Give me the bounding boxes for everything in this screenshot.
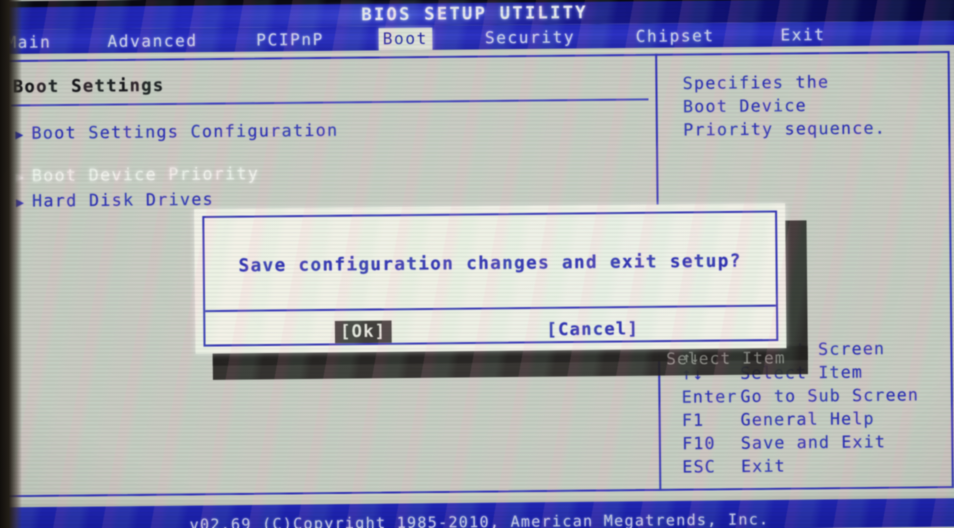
dialog-message: Save configuration changes and exit setu… — [238, 251, 742, 277]
legend-label: Exit — [740, 456, 786, 477]
section-title: Boot Settings — [12, 75, 165, 98]
legend-label: Save and Exit — [740, 432, 887, 453]
menu-tab-chipset[interactable]: Chipset — [632, 25, 719, 48]
legend-key: Enter — [681, 386, 738, 407]
legend-key: ESC — [682, 457, 716, 477]
copyright-text: v02.69 (C)Copyright 1985-2010, American … — [189, 510, 770, 528]
menu-tab-pcipnp[interactable]: PCIPnP — [252, 29, 328, 52]
ok-button[interactable]: [Ok] — [334, 320, 392, 344]
option-boot-device-priority[interactable]: ▶ Boot Device Priority — [16, 163, 260, 188]
legend-f1: F1 General Help — [682, 409, 875, 430]
legend-label: General Help — [740, 408, 875, 430]
option-label: Hard Disk Drives — [32, 189, 215, 211]
legend-key: F10 — [682, 433, 716, 454]
dialog-inner-border: Save configuration changes and exit setu… — [202, 210, 779, 347]
chevron-right-icon: ▶ — [15, 195, 26, 211]
legend-key: F1 — [681, 410, 705, 431]
legend-esc: ESC Exit — [682, 456, 786, 476]
chevron-right-icon: ▶ — [15, 170, 26, 186]
option-label: Boot Settings Configuration — [31, 120, 339, 143]
section-rule — [10, 98, 649, 107]
help-text-line-2: Boot Device — [682, 95, 808, 117]
help-text-line-1: Specifies the — [682, 72, 830, 94]
help-text-line-3: Priority sequence. — [683, 118, 887, 140]
legend-f10: F10 Save and Exit — [682, 432, 886, 453]
menu-tab-security[interactable]: Security — [481, 26, 579, 49]
bios-setup-screen: BIOS SETUP UTILITY Main Advanced PCIPnP … — [0, 0, 954, 528]
option-label: Boot Device Priority — [31, 163, 260, 186]
dialog-button-row: [Ok] [Cancel] — [205, 313, 776, 351]
legend-label-ghost: Select Item — [666, 348, 786, 369]
option-hard-disk-drives[interactable]: ▶ Hard Disk Drives — [16, 189, 214, 213]
menu-tab-main[interactable]: Main — [2, 31, 55, 54]
legend-enter: Enter Go to Sub Screen — [682, 385, 920, 407]
dialog-separator — [205, 304, 776, 313]
cancel-button[interactable]: [Cancel] — [541, 318, 644, 341]
legend-label: Go to Sub Screen — [740, 385, 920, 407]
option-boot-settings-configuration[interactable]: ▶ Boot Settings Configuration — [15, 120, 338, 145]
menu-tab-exit[interactable]: Exit — [776, 24, 829, 47]
menu-tab-boot[interactable]: Boot — [378, 27, 432, 51]
chevron-right-icon: ▶ — [15, 127, 25, 143]
save-exit-dialog[interactable]: Save configuration changes and exit setu… — [194, 203, 787, 354]
menu-tab-advanced[interactable]: Advanced — [103, 30, 201, 53]
